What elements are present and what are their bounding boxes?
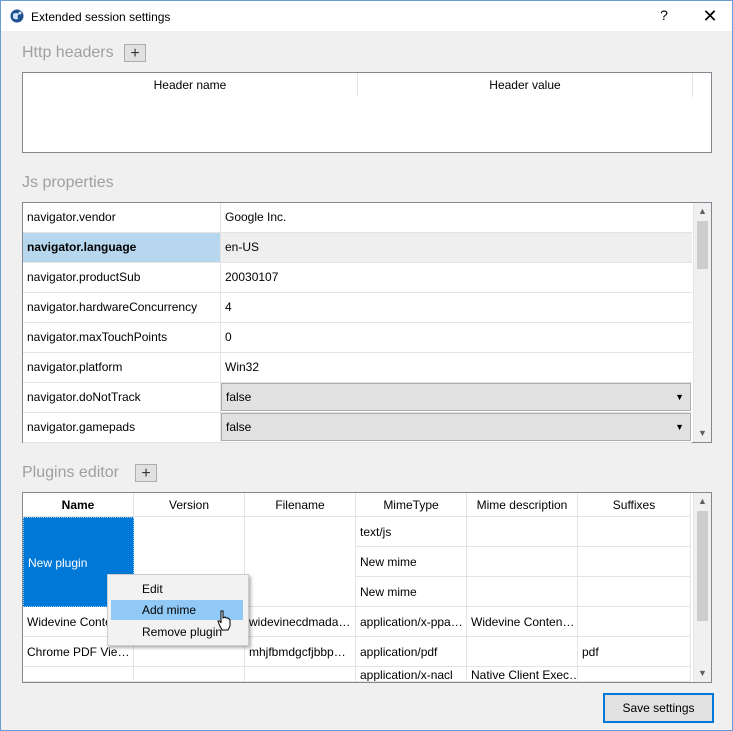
dropdown-value: false: [226, 390, 252, 404]
table-cell[interactable]: [467, 517, 578, 547]
window-title: Extended session settings: [31, 10, 171, 24]
settings-dialog: Extended session settings ? ✕ Http heade…: [0, 0, 733, 731]
dropdown-value: false: [226, 420, 252, 434]
plugin-filename-cell[interactable]: mhjfbmdgcfjbbp…: [245, 637, 356, 667]
do-not-track-dropdown[interactable]: false ▼: [221, 383, 691, 411]
mime-cell[interactable]: New mime: [356, 577, 467, 607]
mime-cell[interactable]: New mime: [356, 547, 467, 577]
plugin-desc-cell[interactable]: Widevine Conten…: [467, 607, 578, 637]
dropdown-arrow-icon: ▼: [675, 392, 684, 402]
js-property-row[interactable]: navigator.productSub 20030107: [23, 263, 692, 293]
table-cell[interactable]: [578, 547, 691, 577]
property-value[interactable]: en-US: [221, 233, 692, 262]
plugin-desc-cell[interactable]: Native Client Exec…: [467, 667, 578, 682]
plugin-mime-cell[interactable]: application/x-nacl: [356, 667, 467, 682]
http-headers-title: Http headers: [22, 44, 114, 61]
plugins-editor-title: Plugins editor: [22, 464, 119, 481]
property-value[interactable]: Google Inc.: [221, 203, 692, 232]
column-header-name[interactable]: Name: [23, 493, 134, 517]
scroll-down-icon[interactable]: ▼: [694, 665, 711, 682]
table-cell[interactable]: [467, 577, 578, 607]
http-headers-table: Header name Header value: [22, 72, 712, 153]
column-header-mimetype[interactable]: MimeType: [356, 493, 467, 517]
property-name: navigator.gamepads: [23, 413, 221, 442]
property-name: navigator.maxTouchPoints: [23, 323, 221, 352]
js-properties-table: navigator.vendor Google Inc. navigator.l…: [22, 202, 712, 443]
column-header-version[interactable]: Version: [134, 493, 245, 517]
plugin-mime-cell[interactable]: application/x-ppa…: [356, 607, 467, 637]
plugin-filename-cell[interactable]: [245, 667, 356, 682]
column-header-mime-description[interactable]: Mime description: [467, 493, 578, 517]
table-cell[interactable]: [245, 517, 356, 607]
property-name: navigator.language: [23, 233, 221, 262]
js-properties-scrollbar[interactable]: ▲ ▼: [693, 203, 711, 442]
property-name: navigator.vendor: [23, 203, 221, 232]
plugin-desc-cell[interactable]: [467, 637, 578, 667]
table-cell[interactable]: [578, 577, 691, 607]
add-plugin-button[interactable]: +: [135, 464, 157, 482]
property-value[interactable]: Win32: [221, 353, 692, 382]
plugin-name-cell[interactable]: [23, 667, 134, 682]
mime-cell[interactable]: text/js: [356, 517, 467, 547]
help-button[interactable]: ?: [653, 7, 675, 27]
property-name: navigator.platform: [23, 353, 221, 382]
property-name: navigator.productSub: [23, 263, 221, 292]
property-name: navigator.doNotTrack: [23, 383, 221, 412]
plugins-scrollbar[interactable]: ▲ ▼: [693, 493, 711, 682]
js-properties-title: Js properties: [22, 174, 114, 191]
plugin-suffix-cell[interactable]: [578, 607, 691, 637]
js-property-row[interactable]: navigator.hardwareConcurrency 4: [23, 293, 692, 323]
plugin-mime-cell[interactable]: application/pdf: [356, 637, 467, 667]
scroll-down-icon[interactable]: ▼: [694, 425, 711, 442]
js-property-row[interactable]: navigator.vendor Google Inc.: [23, 203, 692, 233]
scroll-up-icon[interactable]: ▲: [694, 493, 711, 510]
js-property-row[interactable]: navigator.gamepads false ▼: [23, 413, 692, 443]
gamepads-dropdown[interactable]: false ▼: [221, 413, 691, 441]
plugin-suffix-cell[interactable]: pdf: [578, 637, 691, 667]
column-header-name[interactable]: Header name: [23, 73, 358, 97]
save-settings-button[interactable]: Save settings: [603, 693, 714, 723]
globe-icon: [10, 9, 24, 23]
column-header-value[interactable]: Header value: [358, 73, 693, 97]
scroll-up-icon[interactable]: ▲: [694, 203, 711, 220]
column-header-suffixes[interactable]: Suffixes: [578, 493, 691, 517]
title-bar: Extended session settings ? ✕: [1, 1, 732, 31]
table-cell[interactable]: [467, 547, 578, 577]
property-value[interactable]: 20030107: [221, 263, 692, 292]
column-header-filename[interactable]: Filename: [245, 493, 356, 517]
js-property-row[interactable]: navigator.doNotTrack false ▼: [23, 383, 692, 413]
add-header-button[interactable]: +: [124, 44, 146, 62]
plugin-version-cell[interactable]: [134, 667, 245, 682]
property-name: navigator.hardwareConcurrency: [23, 293, 221, 322]
table-cell[interactable]: [578, 517, 691, 547]
property-value[interactable]: 0: [221, 323, 692, 352]
plugin-filename-cell[interactable]: widevinecdmada…: [245, 607, 356, 637]
close-button[interactable]: ✕: [698, 6, 722, 28]
plugin-suffix-cell[interactable]: [578, 667, 691, 682]
scrollbar-thumb[interactable]: [697, 511, 708, 621]
js-property-row[interactable]: navigator.platform Win32: [23, 353, 692, 383]
dropdown-arrow-icon: ▼: [675, 422, 684, 432]
scrollbar-thumb[interactable]: [697, 221, 708, 269]
js-property-row[interactable]: navigator.language en-US: [23, 233, 692, 263]
property-value[interactable]: 4: [221, 293, 692, 322]
menu-item-edit[interactable]: Edit: [111, 579, 243, 599]
js-property-row[interactable]: navigator.maxTouchPoints 0: [23, 323, 692, 353]
hand-cursor-icon: [217, 610, 231, 631]
